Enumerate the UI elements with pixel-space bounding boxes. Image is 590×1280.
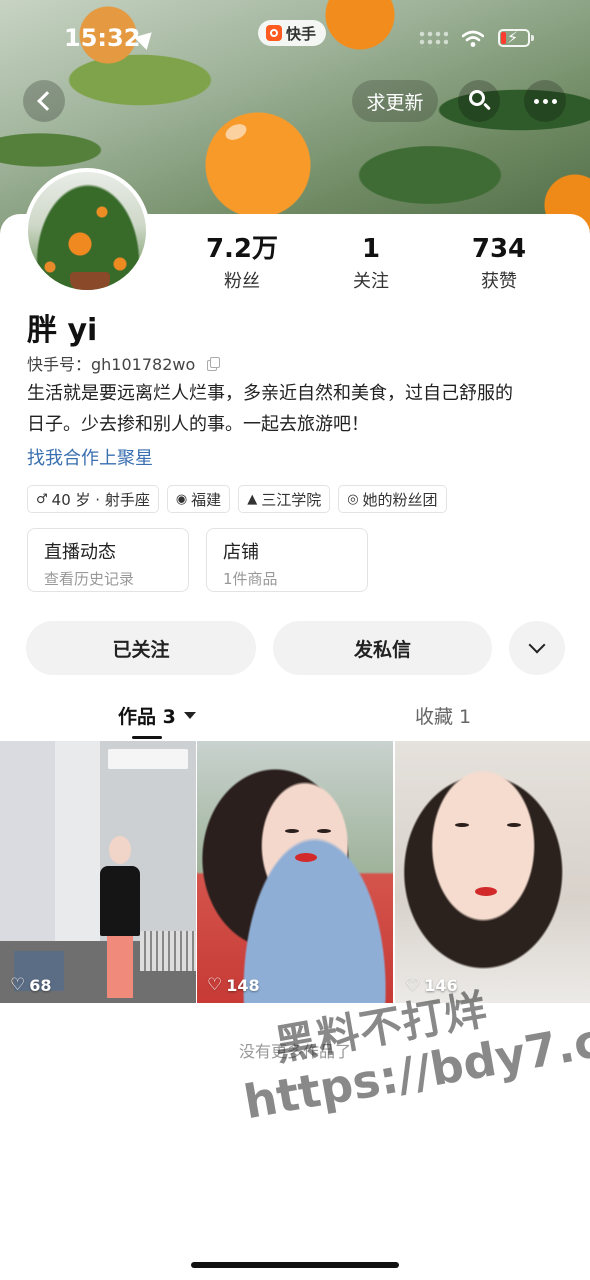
tab-active-indicator [132, 736, 162, 739]
status-time: 15:32 [64, 24, 141, 52]
tag-location[interactable]: ◉ 福建 [166, 485, 231, 513]
likes-count: 148 [226, 975, 260, 995]
more-options-button[interactable] [524, 80, 566, 122]
entry-title: 店铺 [223, 542, 259, 563]
tab-works[interactable]: 作品 3 [118, 702, 196, 729]
request-update-button[interactable]: 求更新 [352, 80, 438, 122]
entry-subtitle: 1件商品 [223, 570, 278, 588]
kuaishou-logo-icon [266, 25, 282, 41]
legs [107, 936, 133, 998]
video-thumbnail[interactable]: ♡ 148 [197, 741, 393, 1003]
eye [317, 829, 331, 833]
home-indicator[interactable] [191, 1262, 399, 1268]
lips [475, 887, 497, 896]
charging-bolt-icon: ⚡ [507, 28, 519, 47]
gender-icon: ♂ [36, 491, 48, 507]
search-icon-handle [483, 102, 491, 111]
copy-icon[interactable] [207, 356, 221, 371]
avatar-pot [70, 272, 110, 290]
kuaishou-id-text: 快手号：gh101782wo [27, 355, 196, 374]
stat-label: 关注 [353, 271, 389, 292]
video-likes: ♡ 148 [207, 975, 260, 995]
search-button[interactable] [458, 80, 500, 122]
eye [455, 823, 469, 827]
app-pill-label: 快手 [286, 24, 317, 43]
signal-icon [418, 30, 448, 48]
live-history-entry[interactable]: 直播动态 查看历史记录 [27, 528, 189, 592]
head [109, 836, 131, 864]
followed-button[interactable]: 已关注 [26, 621, 256, 675]
dress [100, 866, 140, 936]
more-dot-icon [533, 98, 539, 104]
tag-label: 福建 [191, 490, 222, 509]
bio-line: 生活就是要远离烂人烂事，多亲近自然和美食，过自己舒服的 [27, 383, 513, 404]
kuaishou-id: 快手号：gh101782wo [27, 351, 221, 375]
fan-club-icon: ◎ [347, 491, 359, 507]
tab-works-label: 作品 3 [118, 706, 176, 728]
heart-icon: ♡ [10, 975, 26, 995]
bio-line: 日子。少去掺和别人的事。一起去旅游吧！ [27, 414, 369, 435]
tag-age[interactable]: ♂ 40 岁 · 射手座 [27, 485, 159, 513]
tab-favorites[interactable]: 收藏 1 [415, 702, 471, 729]
more-dot-icon [551, 98, 557, 104]
status-bar: 15:32 快手 ⚡ [0, 0, 590, 80]
entry-subtitle: 查看历史记录 [44, 570, 135, 588]
tag-label: 三江学院 [261, 490, 322, 509]
profile-nickname: 胖 yi [27, 313, 98, 348]
stat-fans[interactable]: 7.2万 粉丝 [182, 233, 302, 293]
battery-level [501, 32, 506, 44]
bed [140, 931, 196, 971]
caret-down-icon [183, 712, 196, 719]
location-icon: ◉ [175, 491, 188, 507]
shop-entry[interactable]: 店铺 1件商品 [206, 528, 368, 592]
stat-label: 粉丝 [224, 271, 260, 292]
air-conditioner [108, 749, 188, 769]
tag-label: 40 岁 · 射手座 [51, 490, 150, 509]
stat-following[interactable]: 1 关注 [311, 233, 431, 293]
stat-likes[interactable]: 734 获赞 [439, 233, 559, 293]
person-figure [95, 834, 147, 1001]
collab-link[interactable]: 找我合作上聚星 [27, 444, 153, 470]
entry-title: 直播动态 [44, 542, 116, 563]
avatar[interactable] [24, 168, 150, 294]
battery-cap [531, 35, 534, 41]
more-dot-icon [542, 98, 548, 104]
eye [507, 823, 521, 827]
send-message-button[interactable]: 发私信 [273, 621, 492, 675]
tag-label: 她的粉丝团 [362, 490, 438, 509]
wifi-icon [462, 30, 484, 47]
school-icon: ▲ [247, 491, 258, 507]
cover-highlight [223, 121, 249, 143]
stat-value: 7.2万 [205, 234, 279, 264]
more-dropdown-button[interactable] [509, 621, 565, 675]
profile-bio: 生活就是要远离烂人烂事，多亲近自然和美食，过自己舒服的 日子。少去掺和别人的事。… [27, 378, 567, 440]
stat-label: 获赞 [481, 271, 517, 292]
battery-icon: ⚡ [498, 28, 530, 47]
tag-fan-club[interactable]: ◎ 她的粉丝团 [338, 485, 447, 513]
likes-count: 68 [29, 975, 52, 995]
stat-value: 734 [471, 234, 527, 264]
profile-tags: ♂ 40 岁 · 射手座 ◉ 福建 ▲ 三江学院 ◎ 她的粉丝团 [27, 485, 447, 513]
app-return-pill[interactable]: 快手 [258, 20, 327, 46]
tag-school[interactable]: ▲ 三江学院 [238, 485, 331, 513]
lips [295, 853, 317, 862]
back-button[interactable] [23, 80, 65, 122]
stat-value: 1 [361, 234, 381, 264]
video-thumbnail[interactable]: ♡ 68 [0, 741, 196, 1003]
eye [285, 829, 299, 833]
heart-icon: ♡ [207, 975, 223, 995]
video-likes: ♡ 68 [10, 975, 52, 995]
